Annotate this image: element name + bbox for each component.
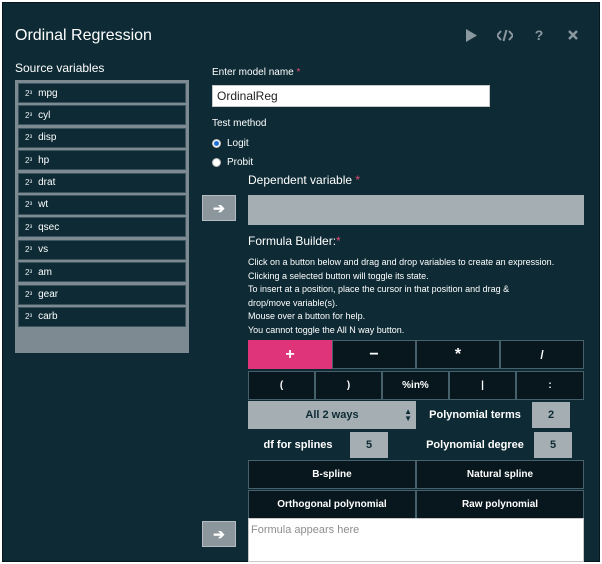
- variable-label: vs: [38, 244, 49, 256]
- natural-spline-button[interactable]: Natural spline: [416, 460, 584, 489]
- close-icon[interactable]: [565, 27, 581, 43]
- df-splines-label: df for splines: [248, 431, 348, 459]
- minus-button[interactable]: −: [332, 340, 416, 369]
- close-paren-button[interactable]: ): [315, 371, 382, 400]
- pipe-button[interactable]: |: [449, 371, 516, 400]
- variable-item[interactable]: 2³ drat: [18, 172, 186, 193]
- polynomial-terms-input[interactable]: 2: [532, 402, 570, 428]
- bspline-button[interactable]: B-spline: [248, 460, 416, 489]
- source-variables-label: Source variables: [15, 61, 105, 75]
- variable-label: gear: [38, 289, 59, 301]
- orthogonal-polynomial-button[interactable]: Orthogonal polynomial: [248, 490, 416, 519]
- move-to-dependent-button[interactable]: ➔: [202, 195, 236, 221]
- numeric-icon: 2³: [25, 133, 33, 143]
- plus-button[interactable]: +: [248, 340, 332, 369]
- formula-field[interactable]: Formula appears here: [248, 518, 584, 562]
- move-to-formula-button[interactable]: ➔: [202, 521, 236, 547]
- polynomial-terms-label: Polynomial terms: [416, 401, 534, 429]
- variable-label: carb: [38, 311, 58, 323]
- numeric-icon: 2³: [25, 110, 33, 120]
- variable-item[interactable]: 2³ qsec: [18, 217, 186, 238]
- arrow-right-icon: ➔: [213, 199, 225, 216]
- variable-item[interactable]: 2³ disp: [18, 127, 186, 148]
- logit-option[interactable]: Logit: [212, 138, 249, 149]
- formula-builder-label: Formula Builder:*: [248, 234, 341, 248]
- variable-item[interactable]: 2³ cyl: [18, 105, 186, 126]
- variable-label: disp: [38, 132, 57, 144]
- variable-item[interactable]: 2³ carb: [18, 306, 186, 327]
- formula-help-text: Click on a button below and drag and dro…: [248, 257, 555, 335]
- numeric-icon: 2³: [25, 88, 33, 98]
- variable-item[interactable]: 2³ am: [18, 262, 186, 283]
- in-operator-button[interactable]: %in%: [382, 371, 449, 400]
- variable-label: qsec: [38, 221, 60, 233]
- variable-item[interactable]: 2³ vs: [18, 239, 186, 260]
- ordinal-regression-dialog: Ordinal Regression ? Source variables 2³…: [2, 2, 600, 562]
- variable-label: am: [38, 266, 53, 278]
- variable-label: wt: [38, 199, 49, 211]
- select-caret-icon: ▲ ▼: [404, 407, 412, 423]
- divide-button[interactable]: /: [500, 340, 584, 369]
- probit-option[interactable]: Probit: [212, 157, 253, 168]
- help-icon[interactable]: ?: [531, 27, 547, 43]
- numeric-icon: 2³: [25, 222, 33, 232]
- numeric-icon: 2³: [25, 200, 33, 210]
- model-name-label: Enter model name *: [212, 67, 301, 78]
- numeric-icon: 2³: [25, 312, 33, 322]
- raw-polynomial-button[interactable]: Raw polynomial: [416, 490, 584, 519]
- all-ways-select[interactable]: All 2 ways ▲ ▼: [248, 401, 416, 429]
- df-splines-input[interactable]: 5: [350, 432, 388, 458]
- numeric-icon: 2³: [25, 178, 33, 188]
- polynomial-degree-label: Polynomial degree: [416, 431, 534, 459]
- polynomial-degree-input[interactable]: 5: [534, 432, 572, 458]
- source-variables-list: 2³ mpg 2³ cyl 2³ disp 2³ hp 2³ drat 2³ wt 2³ qs…: [15, 80, 189, 353]
- variable-item[interactable]: 2³ mpg: [18, 83, 186, 103]
- numeric-icon: 2³: [25, 267, 33, 277]
- code-icon[interactable]: [497, 27, 513, 43]
- arrow-right-icon: ➔: [213, 525, 225, 542]
- variable-item[interactable]: 2³ hp: [18, 150, 186, 171]
- header-toolbar: ?: [463, 27, 581, 43]
- variable-label: mpg: [38, 87, 58, 99]
- numeric-icon: 2³: [25, 245, 33, 255]
- probit-radio[interactable]: [212, 158, 221, 167]
- variable-item[interactable]: 2³ wt: [18, 194, 186, 215]
- open-paren-button[interactable]: (: [248, 371, 315, 400]
- numeric-icon: 2³: [25, 290, 33, 300]
- variable-label: drat: [38, 177, 56, 189]
- dialog-title: Ordinal Regression: [15, 27, 152, 44]
- numeric-icon: 2³: [25, 155, 33, 165]
- variable-item[interactable]: 2³ gear: [18, 284, 186, 305]
- dependent-variable-field[interactable]: [248, 195, 584, 225]
- model-name-input[interactable]: [212, 85, 490, 107]
- logit-radio[interactable]: [212, 139, 221, 148]
- run-icon[interactable]: [463, 27, 479, 43]
- multiply-button[interactable]: *: [416, 340, 500, 369]
- variable-label: cyl: [38, 109, 51, 121]
- dependent-variable-label: Dependent variable *: [248, 173, 361, 187]
- test-method-label: Test method: [212, 118, 267, 129]
- colon-button[interactable]: :: [516, 371, 584, 400]
- variable-label: hp: [38, 154, 50, 166]
